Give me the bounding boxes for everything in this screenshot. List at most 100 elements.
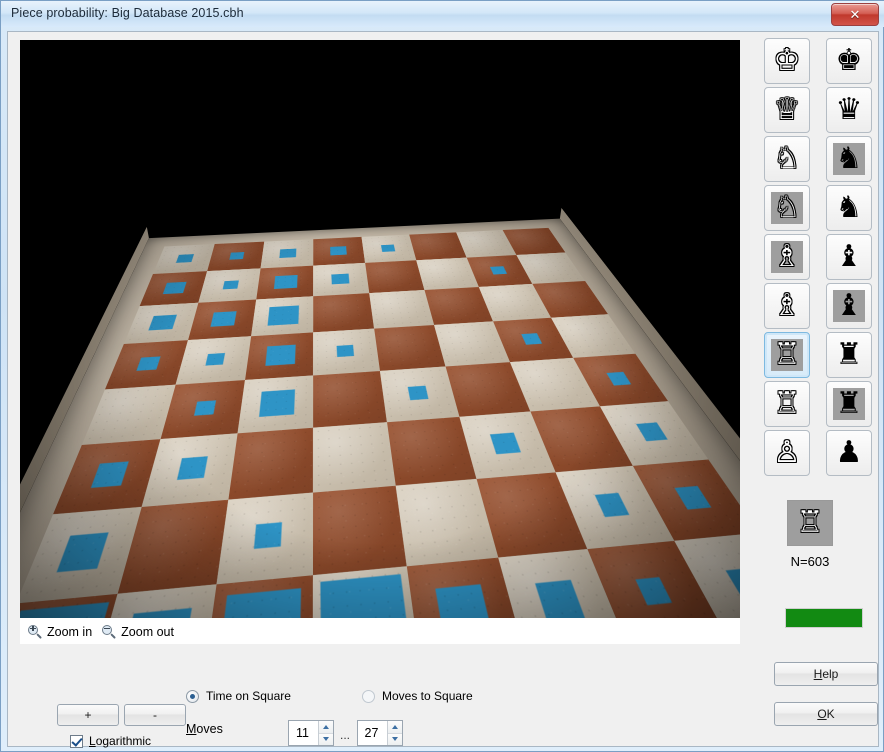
probability-bar-d1 <box>321 574 412 618</box>
bar-top-face <box>91 461 128 487</box>
piece-button-white-rook-2[interactable]: ♖ <box>764 381 810 427</box>
board-square-c2[interactable] <box>217 492 313 584</box>
decrease-button[interactable]: - <box>124 704 186 726</box>
radio-time-on-square-indicator[interactable] <box>186 690 199 703</box>
bar-front-face <box>410 398 428 399</box>
selected-piece-icon: ♖ <box>797 508 824 538</box>
moves-from-down-arrow[interactable] <box>319 734 333 746</box>
radio-moves-to-square-indicator[interactable] <box>362 690 375 703</box>
piece-button-black-knight-2[interactable]: ♞ <box>826 185 872 231</box>
piece-button-white-bishop-1[interactable]: ♗ <box>764 234 810 280</box>
piece-selector-panel: ♔♚♕♛♘♞♘♞♗♝♗♝♖♜♖♜♙♟ ♖ N=603 Help OK <box>752 32 880 746</box>
piece-button-white-knight-2[interactable]: ♘ <box>764 185 810 231</box>
logarithmic-checkbox[interactable] <box>70 735 83 748</box>
board-square-d8[interactable] <box>313 237 365 266</box>
piece-button-white-king[interactable]: ♔ <box>764 38 810 84</box>
bar-top-face <box>162 281 186 294</box>
bar-right-face <box>659 576 672 603</box>
board-square-d1[interactable] <box>313 566 422 618</box>
piece-button-black-king[interactable]: ♚ <box>826 38 872 84</box>
board-square-d2[interactable] <box>313 485 407 574</box>
bar-front-face <box>647 603 673 606</box>
piece-button-white-rook-1[interactable]: ♖ <box>764 332 810 378</box>
board-square-c8[interactable] <box>261 239 314 268</box>
help-button[interactable]: Help <box>774 662 878 686</box>
board-square-d6[interactable] <box>313 293 374 332</box>
bar-top-face <box>491 433 521 454</box>
board-3d-viewport[interactable] <box>20 40 740 618</box>
board-square-c6[interactable] <box>251 296 313 336</box>
board-square-c4[interactable] <box>238 375 314 433</box>
board-square-e5[interactable] <box>374 325 445 371</box>
dialog-window: Piece probability: Big Database 2015.cbh… <box>0 0 884 752</box>
piece-button-white-knight-1[interactable]: ♘ <box>764 136 810 182</box>
piece-button-white-pawn[interactable]: ♙ <box>764 430 810 476</box>
probability-bar-b8 <box>229 252 244 260</box>
bar-right-face <box>697 486 710 506</box>
piece-button-black-rook-2[interactable]: ♜ <box>826 381 872 427</box>
board-square-b7[interactable] <box>198 268 260 302</box>
logarithmic-checkbox-row[interactable]: Logarithmic <box>70 734 151 748</box>
board-square-e2[interactable] <box>396 479 499 566</box>
board-square-c5[interactable] <box>245 332 313 380</box>
piece-button-black-bishop-2[interactable]: ♝ <box>826 283 872 329</box>
probability-bar-a1 <box>20 601 109 618</box>
piece-button-white-bishop-2[interactable]: ♗ <box>764 283 810 329</box>
board-square-d7[interactable] <box>313 263 369 296</box>
piece-button-black-pawn[interactable]: ♟ <box>826 430 872 476</box>
piece-button-black-rook-1[interactable]: ♜ <box>826 332 872 378</box>
bar-front-face <box>647 439 668 441</box>
board-square-b6[interactable] <box>188 299 256 340</box>
piece-button-black-knight-1[interactable]: ♞ <box>826 136 872 182</box>
board-square-b4[interactable] <box>161 380 245 439</box>
bar-right-face <box>571 579 586 618</box>
zoom-out-button[interactable]: Zoom out <box>102 625 174 639</box>
piece-button-black-bishop-1[interactable]: ♝ <box>826 234 872 280</box>
moves-to-spinner[interactable]: 27 <box>357 720 403 746</box>
bar-top-face <box>210 311 236 327</box>
moves-from-spinner[interactable]: 11 <box>288 720 334 746</box>
bar-front-face <box>614 384 632 385</box>
board-square-b5[interactable] <box>176 336 251 384</box>
board-square-e8[interactable] <box>362 234 417 262</box>
probability-bar-a3 <box>91 461 128 487</box>
bar-top-face <box>149 315 177 330</box>
bar-top-face <box>280 249 296 258</box>
increase-button[interactable]: + <box>57 704 119 726</box>
zoom-toolbar: Zoom in Zoom out <box>20 618 740 644</box>
moves-to-value[interactable]: 27 <box>358 726 387 740</box>
bar-right-face <box>300 587 301 618</box>
board-square-e7[interactable] <box>365 260 424 293</box>
board-square-b8[interactable] <box>207 241 264 271</box>
board-square-e6[interactable] <box>369 290 434 329</box>
close-button[interactable]: ✕ <box>831 3 879 26</box>
board-transform <box>20 228 740 618</box>
bar-top-face <box>216 587 301 618</box>
bar-top-face <box>594 492 629 517</box>
moves-to-down-arrow[interactable] <box>388 734 402 746</box>
probability-bar-a8 <box>176 254 194 263</box>
radio-time-on-square[interactable]: Time on Square <box>186 689 291 703</box>
zoom-in-button[interactable]: Zoom in <box>28 625 92 639</box>
board-square-c3[interactable] <box>228 427 313 499</box>
probability-bar-g7 <box>490 266 507 274</box>
probability-bar-g2 <box>594 492 629 517</box>
moves-from-up-arrow[interactable] <box>319 721 333 734</box>
board-square-d4[interactable] <box>313 371 387 428</box>
magnifier-plus-icon <box>28 625 42 639</box>
piece-button-black-queen[interactable]: ♛ <box>826 87 872 133</box>
moves-to-up-arrow[interactable] <box>388 721 402 734</box>
white-pawn-icon: ♙ <box>771 437 803 469</box>
bar-front-face <box>688 507 711 509</box>
client-area: Zoom in Zoom out + - Logarithmic <box>7 31 879 747</box>
board-square-d3[interactable] <box>313 422 396 492</box>
moves-from-value[interactable]: 11 <box>289 726 318 740</box>
radio-moves-to-square[interactable]: Moves to Square <box>362 689 473 703</box>
bar-front-face <box>605 515 630 517</box>
board-square-c7[interactable] <box>256 265 313 299</box>
board-square-d5[interactable] <box>313 328 380 375</box>
bar-top-face <box>490 266 507 274</box>
probability-bar-h4 <box>606 371 632 385</box>
ok-button[interactable]: OK <box>774 702 878 726</box>
piece-button-white-queen[interactable]: ♕ <box>764 87 810 133</box>
